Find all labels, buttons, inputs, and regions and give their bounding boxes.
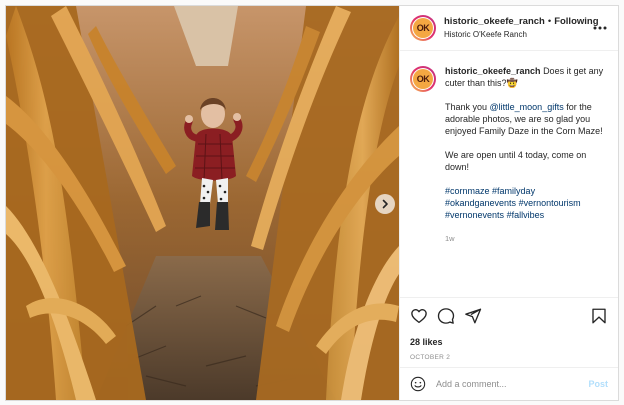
bookmark-icon bbox=[592, 308, 606, 324]
more-options-button[interactable] bbox=[592, 21, 608, 35]
caption-text: historic_okeefe_ranch Does it get any cu… bbox=[445, 65, 608, 297]
hashtag-link[interactable]: #vernontourism bbox=[519, 198, 581, 208]
thanks-prefix: Thank you bbox=[445, 102, 490, 112]
post-photo[interactable] bbox=[6, 6, 399, 400]
caption-username-link[interactable]: historic_okeefe_ranch bbox=[445, 66, 541, 76]
emoji-icon bbox=[410, 376, 426, 392]
hashtag-list: #cornmaze #familyday #okandganevents #ve… bbox=[445, 185, 608, 221]
corn-maze-photo bbox=[6, 6, 399, 400]
mention-link[interactable]: @little_moon_gifts bbox=[490, 102, 564, 112]
post-actions: 28 likes OCTOBER 2 bbox=[400, 297, 618, 367]
location-link[interactable]: Historic O'Keefe Ranch bbox=[444, 29, 592, 40]
caption-thanks: Thank you @little_moon_gifts for the ado… bbox=[445, 101, 608, 137]
avatar-ring: OK bbox=[412, 68, 434, 90]
caption-age[interactable]: 1w bbox=[445, 233, 608, 245]
avatar-ring: OK bbox=[412, 17, 434, 39]
caption-avatar[interactable]: OK bbox=[410, 66, 436, 92]
caption-hours: We are open until 4 today, come on down! bbox=[445, 150, 587, 172]
heart-icon bbox=[411, 309, 427, 324]
comment-input[interactable] bbox=[436, 379, 589, 389]
more-horizontal-icon bbox=[593, 26, 607, 30]
avatar-logo: OK bbox=[413, 69, 433, 89]
next-photo-button[interactable] bbox=[375, 194, 395, 214]
caption-intro: historic_okeefe_ranch Does it get any cu… bbox=[445, 65, 608, 89]
header-line: historic_okeefe_ranch • Following bbox=[444, 16, 599, 28]
save-button[interactable] bbox=[590, 307, 608, 325]
share-icon bbox=[465, 308, 482, 324]
hashtag-link[interactable]: #fallvibes bbox=[507, 210, 545, 220]
avatar[interactable]: OK bbox=[410, 15, 436, 41]
post-header: OK historic_okeefe_ranch • Following Histo… bbox=[400, 6, 618, 51]
comment-bar: Post bbox=[400, 367, 618, 400]
hashtag-link[interactable]: #familyday bbox=[492, 186, 535, 196]
action-icons bbox=[410, 306, 608, 326]
post-comment-button[interactable]: Post bbox=[588, 379, 608, 389]
separator-dot: • bbox=[547, 16, 552, 27]
hashtag-link[interactable]: #okandganevents bbox=[445, 198, 516, 208]
likes-count[interactable]: 28 likes bbox=[410, 337, 608, 347]
share-button[interactable] bbox=[464, 307, 482, 325]
hashtag-link[interactable]: #cornmaze bbox=[445, 186, 490, 196]
caption-area: OK historic_okeefe_ranch Does it get any… bbox=[400, 51, 618, 297]
post-side-panel: OK historic_okeefe_ranch • Following Histo… bbox=[399, 6, 618, 400]
avatar-logo: OK bbox=[413, 18, 433, 38]
chevron-right-icon bbox=[382, 199, 388, 209]
username-link[interactable]: historic_okeefe_ranch bbox=[444, 16, 545, 27]
post-date[interactable]: OCTOBER 2 bbox=[410, 354, 608, 361]
like-button[interactable] bbox=[410, 307, 428, 325]
post-dialog: OK historic_okeefe_ranch • Following Histo… bbox=[5, 5, 619, 401]
header-text: historic_okeefe_ranch • Following Historic… bbox=[444, 16, 599, 40]
emoji-button[interactable] bbox=[410, 376, 426, 392]
comment-button[interactable] bbox=[437, 307, 455, 325]
comment-icon bbox=[437, 308, 455, 324]
hashtag-link[interactable]: #vernonevents bbox=[445, 210, 504, 220]
